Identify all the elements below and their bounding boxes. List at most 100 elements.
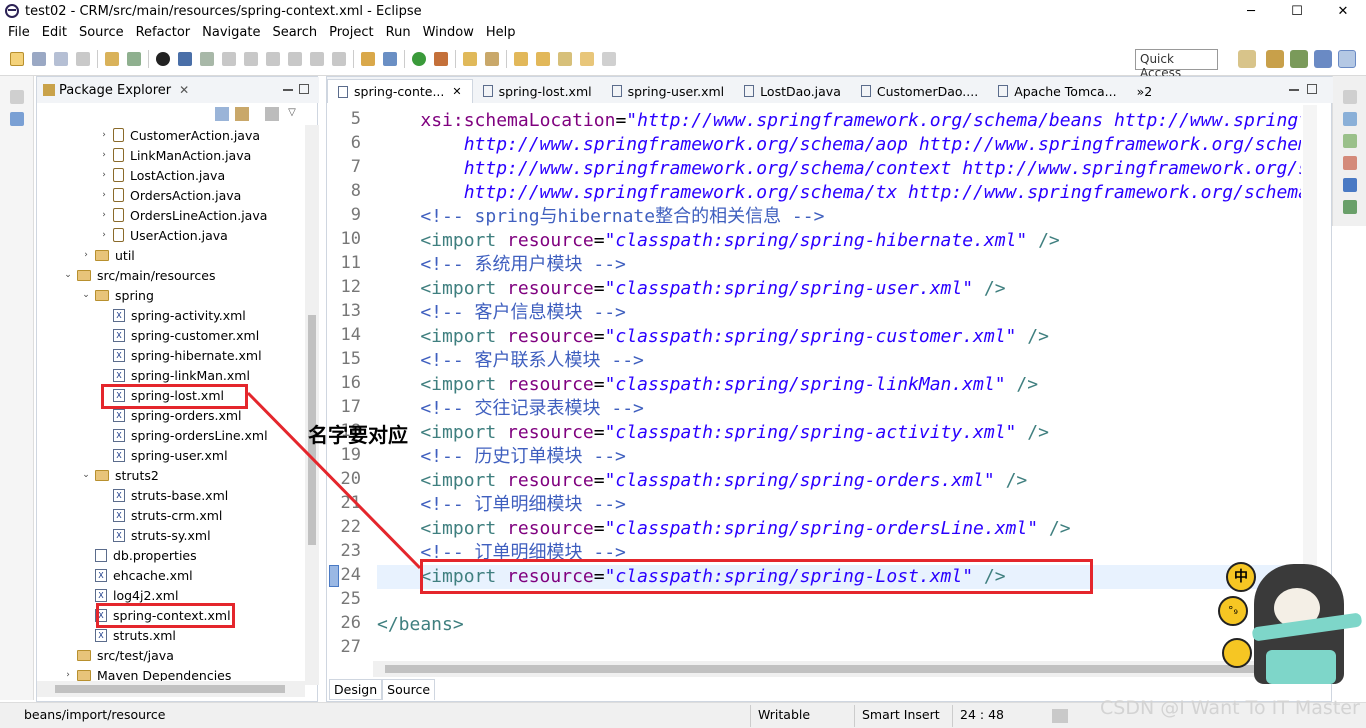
tree-item[interactable]: › OrdersAction.java bbox=[99, 185, 241, 205]
menu-navigate[interactable]: Navigate bbox=[202, 25, 260, 40]
next-annotation-icon[interactable] bbox=[514, 51, 528, 66]
editor-tab[interactable]: »2 bbox=[1127, 79, 1163, 103]
tree-item[interactable]: › OrdersLineAction.java bbox=[99, 205, 267, 225]
menu-help[interactable]: Help bbox=[486, 25, 516, 40]
tree-item[interactable]: › CustomerAction.java bbox=[99, 125, 260, 145]
collapsed-arrow-icon[interactable]: › bbox=[81, 250, 91, 260]
tree-item[interactable]: › LinkManAction.java bbox=[99, 145, 251, 165]
tree-item[interactable]: Xspring-user.xml bbox=[99, 445, 228, 465]
tree-item[interactable]: Xehcache.xml bbox=[81, 565, 193, 585]
open-folder-icon[interactable] bbox=[463, 51, 477, 66]
view-menu-icon[interactable]: ▽ bbox=[285, 107, 299, 121]
outline-icon[interactable] bbox=[1343, 112, 1357, 126]
collapsed-arrow-icon[interactable]: › bbox=[99, 130, 109, 140]
last-edit-icon[interactable] bbox=[558, 51, 572, 66]
external-tools-icon[interactable] bbox=[434, 51, 448, 66]
task-list-icon[interactable] bbox=[1343, 134, 1357, 148]
expanded-arrow-icon[interactable]: ⌄ bbox=[81, 470, 91, 480]
step-into-icon[interactable] bbox=[288, 51, 302, 66]
terminate-icon[interactable] bbox=[244, 51, 258, 66]
resume-icon[interactable] bbox=[200, 51, 214, 66]
menu-run[interactable]: Run bbox=[386, 25, 411, 40]
new-icon[interactable] bbox=[10, 51, 24, 66]
jee-perspective-icon[interactable] bbox=[1266, 50, 1284, 68]
menu-search[interactable]: Search bbox=[272, 25, 317, 40]
open-type-icon[interactable] bbox=[361, 51, 375, 66]
maximize-icon[interactable] bbox=[299, 84, 309, 94]
menu-refactor[interactable]: Refactor bbox=[136, 25, 191, 40]
problems-icon[interactable] bbox=[1343, 156, 1357, 170]
debug-perspective-icon[interactable] bbox=[1290, 50, 1308, 68]
tree-horizontal-scrollbar[interactable] bbox=[37, 681, 305, 697]
tree-item[interactable]: Xspring-ordersLine.xml bbox=[99, 425, 268, 445]
quick-access-input[interactable]: Quick Access bbox=[1135, 49, 1218, 80]
disconnect-icon[interactable] bbox=[266, 51, 280, 66]
tree-item[interactable]: Xlog4j2.xml bbox=[81, 585, 178, 605]
close-icon[interactable]: ✕ bbox=[179, 83, 189, 97]
collapsed-arrow-icon[interactable]: › bbox=[99, 190, 109, 200]
collapsed-arrow-icon[interactable]: › bbox=[99, 170, 109, 180]
console-icon[interactable] bbox=[1343, 178, 1357, 192]
editor-tab[interactable]: spring-user.xml bbox=[602, 79, 735, 103]
suspend-icon[interactable] bbox=[222, 51, 236, 66]
close-icon[interactable]: ✕ bbox=[452, 85, 461, 98]
tree-item[interactable]: Xstruts-sy.xml bbox=[99, 525, 211, 545]
scroll-thumb[interactable] bbox=[55, 685, 285, 693]
editor-tab[interactable]: Apache Tomca... bbox=[988, 79, 1126, 103]
restore-icon[interactable] bbox=[1343, 90, 1357, 104]
tree-item[interactable]: ⌄ src/main/resources bbox=[63, 265, 215, 285]
tree-item[interactable]: ⌄ struts2 bbox=[81, 465, 159, 485]
prev-annotation-icon[interactable] bbox=[536, 51, 550, 66]
debug-view-icon[interactable] bbox=[1343, 200, 1357, 214]
tree-item[interactable]: Xstruts.xml bbox=[81, 625, 176, 645]
tree-item[interactable]: Xspring-activity.xml bbox=[99, 305, 246, 325]
menu-source[interactable]: Source bbox=[79, 25, 124, 40]
collapsed-arrow-icon[interactable]: › bbox=[99, 210, 109, 220]
tab-design[interactable]: Design bbox=[329, 679, 383, 700]
tree-item[interactable]: Xstruts-crm.xml bbox=[99, 505, 222, 525]
menu-window[interactable]: Window bbox=[423, 25, 474, 40]
menu-file[interactable]: File bbox=[8, 25, 30, 40]
tab-source[interactable]: Source bbox=[382, 679, 436, 700]
hierarchy-icon[interactable] bbox=[10, 112, 24, 126]
build-icon[interactable] bbox=[105, 51, 119, 66]
tree-item[interactable]: src/test/java bbox=[63, 645, 174, 665]
run-icon[interactable] bbox=[412, 51, 426, 66]
tree-vertical-scrollbar[interactable] bbox=[305, 125, 319, 685]
editor-maximize-icon[interactable] bbox=[1307, 84, 1317, 94]
editor-tab[interactable]: spring-lost.xml bbox=[473, 79, 602, 103]
editor-tab[interactable]: CustomerDao.... bbox=[851, 79, 988, 103]
menu-project[interactable]: Project bbox=[329, 25, 373, 40]
collapsed-arrow-icon[interactable]: › bbox=[63, 670, 73, 680]
search-icon[interactable] bbox=[485, 51, 499, 66]
tree-item[interactable]: › util bbox=[81, 245, 135, 265]
restore-icon[interactable] bbox=[10, 90, 24, 104]
print-icon[interactable] bbox=[76, 51, 90, 66]
expanded-arrow-icon[interactable]: ⌄ bbox=[81, 290, 91, 300]
focus-icon[interactable] bbox=[265, 107, 279, 121]
link-with-editor-icon[interactable] bbox=[235, 107, 249, 121]
editor-tab[interactable]: LostDao.java bbox=[734, 79, 851, 103]
package-explorer-tab[interactable]: Package Explorer ✕ bbox=[37, 77, 319, 103]
tree-item[interactable]: Xspring-customer.xml bbox=[99, 325, 259, 345]
tree-item[interactable]: db.properties bbox=[81, 545, 197, 565]
minimize-button[interactable]: ─ bbox=[1228, 0, 1274, 22]
tree-item[interactable]: › LostAction.java bbox=[99, 165, 225, 185]
step-over-icon[interactable] bbox=[310, 51, 324, 66]
profile-icon[interactable] bbox=[156, 51, 170, 66]
editor-horizontal-scrollbar[interactable] bbox=[373, 661, 1303, 677]
collapsed-arrow-icon[interactable]: › bbox=[99, 230, 109, 240]
server-icon[interactable] bbox=[383, 51, 397, 66]
tree-item[interactable]: ⌄ spring bbox=[81, 285, 154, 305]
editor-minimize-icon[interactable] bbox=[1289, 89, 1299, 91]
scroll-thumb[interactable] bbox=[385, 665, 1255, 673]
skip-breakpoints-icon[interactable] bbox=[127, 51, 141, 66]
collapse-all-icon[interactable] bbox=[215, 107, 229, 121]
debug-icon[interactable] bbox=[178, 51, 192, 66]
tree-item[interactable]: › UserAction.java bbox=[99, 225, 228, 245]
save-icon[interactable] bbox=[32, 51, 46, 66]
maximize-button[interactable]: ☐ bbox=[1274, 0, 1320, 22]
menu-edit[interactable]: Edit bbox=[42, 25, 67, 40]
back-icon[interactable] bbox=[580, 51, 594, 66]
tree-item[interactable]: Xspring-hibernate.xml bbox=[99, 345, 262, 365]
